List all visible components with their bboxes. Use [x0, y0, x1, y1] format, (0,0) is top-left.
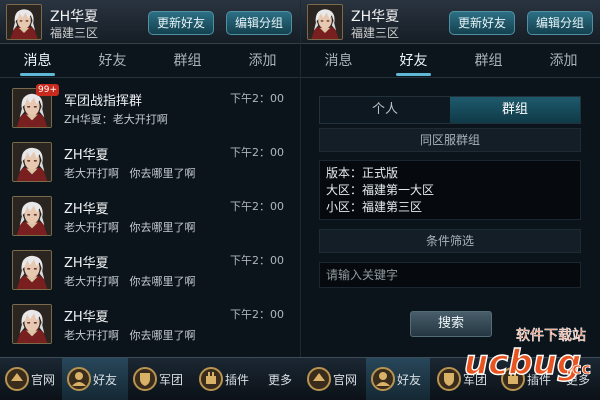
message-item[interactable]: ZH华夏 老大开打啊 你去哪里了啊 下午2：00 [0, 296, 300, 348]
edit-group-button[interactable]: 编辑分组 [527, 11, 594, 35]
subtab-group[interactable]: 群组 [450, 97, 580, 123]
message-title: ZH华夏 [64, 310, 109, 325]
message-item[interactable]: 99+ 军团战指挥群 ZH华夏：老大开打啊 下午2：00 [0, 80, 300, 132]
hero-portrait-icon [13, 143, 51, 181]
tab-add[interactable]: 添加 [526, 44, 600, 78]
hero-portrait-icon [13, 197, 51, 235]
message-preview: 老大开打啊 你去哪里了啊 [64, 329, 196, 342]
nav-label: 军团 [159, 373, 184, 387]
legion-shield-icon [437, 367, 461, 391]
message-time: 下午2：00 [230, 200, 284, 213]
friends-icon [371, 367, 395, 391]
message-time: 下午2：00 [230, 146, 284, 159]
message-title: ZH华夏 [64, 148, 109, 163]
tab-groups[interactable]: 群组 [451, 44, 526, 78]
player-header: ZH华夏 福建三区 更新好友 编辑分组 [301, 0, 600, 44]
same-server-group-title: 同区服群组 [319, 128, 581, 152]
nav-label: 军团 [463, 373, 488, 387]
nav-more[interactable]: 更多 [562, 358, 600, 400]
nav-legion[interactable]: 军团 [128, 358, 190, 400]
nav-official-site[interactable]: 官网 [302, 358, 364, 400]
message-time: 下午2：00 [230, 308, 284, 321]
messages-panel: ZH华夏 福建三区 更新好友 编辑分组 消息 好友 群组 添加 99+ 军团战指… [0, 0, 300, 357]
server-info-box: 版本：正式版 大区：福建第一大区 小区：福建第三区 [319, 160, 581, 220]
message-item[interactable]: ZH华夏 老大开打啊 你去哪里了啊 下午2：00 [0, 188, 300, 240]
hero-portrait-icon [13, 251, 51, 289]
unread-badge: 99+ [36, 84, 59, 96]
tab-friends[interactable]: 好友 [376, 44, 451, 78]
message-title: ZH华夏 [64, 202, 109, 217]
nav-official-site[interactable]: 官网 [0, 358, 62, 400]
nav-friends[interactable]: 好友 [366, 358, 430, 400]
tab-bar: 消息 好友 群组 添加 [0, 44, 300, 78]
avatar [12, 196, 52, 236]
tab-messages[interactable]: 消息 [0, 44, 75, 78]
edit-group-button[interactable]: 编辑分组 [226, 11, 293, 35]
player-avatar[interactable] [6, 4, 42, 40]
tab-bar: 消息 好友 群组 添加 [301, 44, 600, 78]
nav-plugins[interactable]: 插件 [194, 358, 256, 400]
hero-portrait-icon [13, 305, 51, 343]
keyword-search-input[interactable] [319, 262, 581, 288]
nav-label: 更多 [566, 373, 591, 387]
message-time: 下午2：00 [230, 254, 284, 267]
official-site-icon [307, 367, 331, 391]
refresh-friends-button[interactable]: 更新好友 [449, 11, 516, 35]
nav-plugins[interactable]: 插件 [496, 358, 558, 400]
nav-label: 好友 [93, 373, 118, 387]
subregion-info: 小区：福建第三区 [326, 200, 423, 214]
friends-panel: ZH华夏 福建三区 更新好友 编辑分组 消息 好友 群组 添加 个人 群组 同区… [300, 0, 600, 357]
message-preview: 老大开打啊 你去哪里了啊 [64, 221, 196, 234]
avatar [12, 304, 52, 344]
official-site-icon [5, 367, 29, 391]
refresh-friends-button[interactable]: 更新好友 [148, 11, 215, 35]
message-title: ZH华夏 [64, 256, 109, 271]
subtab-personal[interactable]: 个人 [320, 97, 450, 123]
message-item[interactable]: ZH华夏 老大开打啊 你去哪里了啊 下午2：00 [0, 242, 300, 294]
friends-icon [67, 367, 91, 391]
nav-label: 插件 [225, 373, 250, 387]
nav-friends[interactable]: 好友 [62, 358, 128, 400]
nav-legion[interactable]: 军团 [432, 358, 494, 400]
nav-label: 插件 [527, 373, 552, 387]
avatar [12, 250, 52, 290]
player-region: 福建三区 [351, 26, 400, 40]
nav-label: 更多 [268, 373, 293, 387]
player-name: ZH华夏 [50, 9, 99, 25]
plugin-icon [199, 367, 223, 391]
tab-friends[interactable]: 好友 [75, 44, 150, 78]
nav-more[interactable]: 更多 [262, 358, 302, 400]
message-time: 下午2：00 [230, 92, 284, 105]
player-header: ZH华夏 福建三区 更新好友 编辑分组 [0, 0, 300, 44]
hero-portrait-icon [308, 5, 342, 39]
nav-label: 好友 [397, 373, 422, 387]
legion-shield-icon [133, 367, 157, 391]
tab-groups[interactable]: 群组 [150, 44, 225, 78]
search-button[interactable]: 搜索 [410, 311, 492, 337]
message-preview: 老大开打啊 你去哪里了啊 [64, 275, 196, 288]
avatar [12, 142, 52, 182]
tab-messages[interactable]: 消息 [301, 44, 376, 78]
message-item[interactable]: ZH华夏 老大开打啊 你去哪里了啊 下午2：00 [0, 134, 300, 186]
filter-title: 条件筛选 [319, 229, 581, 253]
hero-portrait-icon [7, 5, 41, 39]
bottom-nav: 官网 好友 军团 插件 更多 官网 好友 军团 插件 更多 [0, 357, 600, 400]
tab-add[interactable]: 添加 [225, 44, 300, 78]
message-preview: 老大开打啊 你去哪里了啊 [64, 167, 196, 180]
message-preview: ZH华夏：老大开打啊 [64, 113, 168, 126]
plugin-icon [501, 367, 525, 391]
region-info: 大区：福建第一大区 [326, 183, 435, 197]
nav-label: 官网 [31, 373, 56, 387]
nav-label: 官网 [333, 373, 358, 387]
version-info: 版本：正式版 [326, 166, 399, 180]
friend-type-toggle: 个人 群组 [319, 96, 581, 124]
player-avatar[interactable] [307, 4, 343, 40]
message-title: 军团战指挥群 [64, 94, 143, 109]
player-region: 福建三区 [50, 26, 99, 40]
player-name: ZH华夏 [351, 9, 400, 25]
